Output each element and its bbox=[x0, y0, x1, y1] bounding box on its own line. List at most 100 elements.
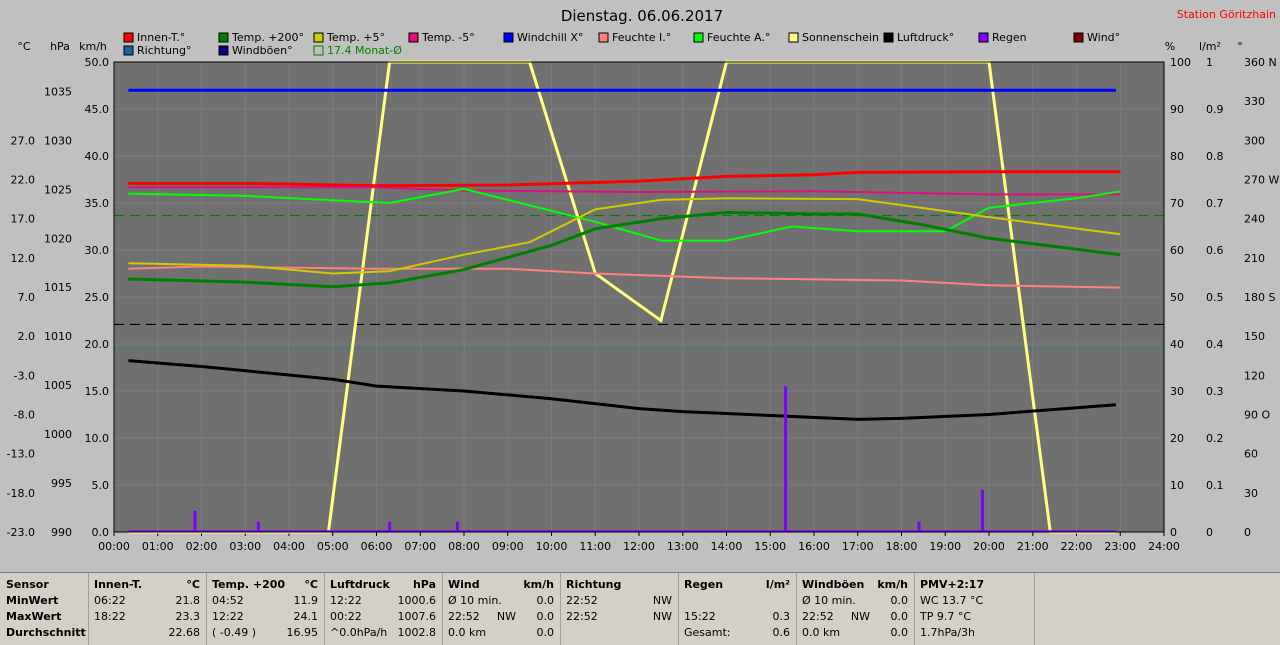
table-header-cell: Richtung bbox=[566, 578, 622, 591]
rain-tick-label: 0.1 bbox=[1206, 479, 1224, 492]
table-header-cell: °C bbox=[186, 578, 200, 591]
x-tick-label: 00:00 bbox=[98, 540, 130, 553]
percent-tick-label: 10 bbox=[1170, 479, 1184, 492]
pressure-tick-label: 1035 bbox=[44, 85, 72, 98]
table-column: Richtung 22:52 NW 22:52 NW bbox=[560, 573, 679, 645]
rain-tick-label: 0.7 bbox=[1206, 197, 1224, 210]
x-tick-label: 18:00 bbox=[886, 540, 918, 553]
table-cell: 16.95 bbox=[286, 626, 319, 639]
table-row: ^0.0hPa/h 1002.8 bbox=[330, 625, 436, 641]
table-cell: 06:22 bbox=[94, 594, 126, 607]
table-cell: Durchschnitt bbox=[6, 626, 86, 639]
rain-bar bbox=[917, 521, 921, 532]
temp-axis-unit: °C bbox=[17, 40, 31, 53]
x-tick-label: 15:00 bbox=[754, 540, 786, 553]
legend-swatch-temp-5 bbox=[408, 32, 419, 43]
temp-tick-label: 7.0 bbox=[18, 291, 36, 304]
x-tick-label: 10:00 bbox=[536, 540, 568, 553]
table-column: Luftdruck hPa 12:22 1000.6 00:22 1007.6 ^0.0hP… bbox=[324, 573, 443, 645]
table-header-cell: Temp. +200 bbox=[212, 578, 286, 591]
direction-tick-label: 0 bbox=[1244, 526, 1251, 539]
table-row bbox=[684, 593, 790, 609]
legend-label-windchill-x: Windchill X° bbox=[517, 31, 583, 44]
percent-tick-label: 80 bbox=[1170, 150, 1184, 163]
table-cell: ^0.0hPa/h bbox=[330, 626, 388, 639]
x-tick-label: 11:00 bbox=[579, 540, 611, 553]
direction-tick-label: 210 bbox=[1244, 252, 1265, 265]
legend-swatch-windchill-x bbox=[503, 32, 514, 43]
table-cell: 0.0 bbox=[536, 626, 555, 639]
wind-tick-label: 45.0 bbox=[85, 103, 110, 116]
table-column: Sensor MinWert MaxWert Durchschnitt bbox=[0, 573, 89, 645]
table-cell: 0.0 bbox=[536, 610, 555, 623]
table-row: 06:22 21.8 bbox=[94, 593, 200, 609]
table-cell: MaxWert bbox=[6, 610, 62, 623]
table-cell: 0.0 km bbox=[802, 626, 841, 639]
legend-label-windb-en: Windböen° bbox=[232, 44, 293, 57]
table-row: ( -0.49 ) 16.95 bbox=[212, 625, 318, 641]
table-row: 00:22 1007.6 bbox=[330, 609, 436, 625]
percent-tick-label: 90 bbox=[1170, 103, 1184, 116]
table-row: 22:52 NW 0.0 bbox=[448, 609, 554, 625]
legend-label-sonnenschein: Sonnenschein bbox=[802, 31, 879, 44]
table-header-cell: PMV+2:17 bbox=[920, 578, 985, 591]
table-cell: WC 13.7 °C bbox=[920, 594, 984, 607]
table-cell: 1002.8 bbox=[397, 626, 437, 639]
x-tick-label: 23:00 bbox=[1104, 540, 1136, 553]
rain-bar bbox=[388, 521, 392, 532]
table-header-row: Sensor bbox=[6, 577, 82, 593]
table-cell: 1000.6 bbox=[397, 594, 437, 607]
table-header-cell: km/h bbox=[523, 578, 554, 591]
direction-tick-label: 330 bbox=[1244, 95, 1265, 108]
x-tick-label: 22:00 bbox=[1061, 540, 1093, 553]
rain-bar bbox=[784, 386, 788, 532]
table-row: Gesamt: 0.6 bbox=[684, 625, 790, 641]
table-row: 12:22 24.1 bbox=[212, 609, 318, 625]
wind-tick-label: 10.0 bbox=[85, 432, 110, 445]
table-cell: NW bbox=[652, 610, 672, 623]
x-tick-label: 14:00 bbox=[711, 540, 743, 553]
table-header-cell: °C bbox=[304, 578, 318, 591]
table-cell: 18:22 bbox=[94, 610, 126, 623]
table-header-cell: Windböen bbox=[802, 578, 865, 591]
table-cell: 15:22 bbox=[684, 610, 716, 623]
rain-tick-label: 1 bbox=[1206, 56, 1213, 69]
table-cell: 11.9 bbox=[293, 594, 319, 607]
chart-title: Dienstag. 06.06.2017 bbox=[561, 7, 723, 25]
temp-tick-label: 12.0 bbox=[11, 252, 36, 265]
x-tick-label: 20:00 bbox=[973, 540, 1005, 553]
temp-tick-label: -8.0 bbox=[14, 409, 35, 422]
percent-tick-label: 30 bbox=[1170, 385, 1184, 398]
table-cell: 0.0 bbox=[536, 594, 555, 607]
wind-tick-label: 0.0 bbox=[92, 526, 110, 539]
table-cell: 1.7hPa/3h bbox=[920, 626, 976, 639]
legend-swatch-temp-200 bbox=[218, 32, 229, 43]
rain-axis-unit: l/m² bbox=[1199, 40, 1221, 53]
table-row: 15:22 0.3 bbox=[684, 609, 790, 625]
legend-swatch-windb-en bbox=[218, 45, 229, 56]
table-cell: Ø 10 min. bbox=[802, 594, 856, 607]
rain-tick-label: 0.8 bbox=[1206, 150, 1224, 163]
rain-tick-label: 0.3 bbox=[1206, 385, 1224, 398]
temp-tick-label: 17.0 bbox=[11, 213, 36, 226]
direction-tick-label: 300 bbox=[1244, 134, 1265, 147]
x-tick-label: 08:00 bbox=[448, 540, 480, 553]
table-cell: 22:52 bbox=[566, 594, 598, 607]
table-cell: 12:22 bbox=[212, 610, 244, 623]
table-cell: 23.3 bbox=[175, 610, 201, 623]
table-cell: 24.1 bbox=[293, 610, 319, 623]
table-cell: 0.0 bbox=[890, 626, 909, 639]
x-tick-label: 19:00 bbox=[929, 540, 961, 553]
table-header-row: Regen l/m² bbox=[684, 577, 790, 593]
legend-label-temp-200: Temp. +200° bbox=[231, 31, 304, 44]
pressure-tick-label: 1000 bbox=[44, 428, 72, 441]
table-row: 0.0 km 0.0 bbox=[802, 625, 908, 641]
table-cell: 0.3 bbox=[772, 610, 791, 623]
table-cell: MinWert bbox=[6, 594, 59, 607]
x-tick-label: 13:00 bbox=[667, 540, 699, 553]
table-column: PMV+2:17 WC 13.7 °C TP 9.7 °C 1.7hPa/3h bbox=[914, 573, 1035, 645]
legend-swatch-innen-t bbox=[123, 32, 134, 43]
table-column: Regen l/m² 15:22 0.3 Gesamt: 0.6 bbox=[678, 573, 797, 645]
table-row: 22.68 bbox=[94, 625, 201, 641]
rain-bar bbox=[193, 510, 197, 532]
